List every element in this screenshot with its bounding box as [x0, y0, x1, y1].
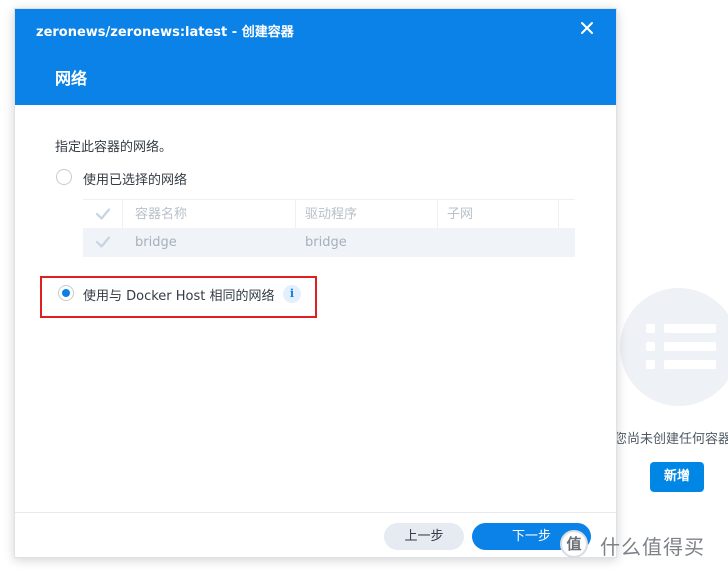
- table-row: bridge bridge: [83, 228, 575, 257]
- dialog-title: zeronews/zeronews:latest - 创建容器: [36, 25, 294, 40]
- footer-divider: [15, 512, 616, 513]
- column-header-subnet: 子网: [447, 207, 474, 222]
- watermark-logo-icon: 值: [560, 530, 588, 558]
- option-label-host-network: 使用与 Docker Host 相同的网络: [83, 289, 275, 304]
- previous-step-button[interactable]: 上一步: [384, 523, 464, 550]
- option-label-selected-network: 使用已选择的网络: [83, 173, 188, 188]
- create-container-dialog: zeronews/zeronews:latest - 创建容器 网络 指定此容器…: [14, 8, 617, 558]
- new-container-button[interactable]: 新增: [650, 462, 704, 492]
- dialog-header: zeronews/zeronews:latest - 创建容器 网络: [15, 9, 616, 105]
- radio-use-host-network[interactable]: [58, 285, 74, 301]
- info-icon[interactable]: i: [283, 285, 301, 303]
- list-icon: [646, 322, 716, 372]
- select-all-check-icon: [95, 208, 111, 220]
- row-check-icon: [95, 236, 111, 248]
- close-icon[interactable]: [579, 20, 595, 36]
- watermark-text: 什么值得买: [600, 535, 705, 559]
- step-title: 网络: [55, 69, 88, 88]
- cell-driver: bridge: [305, 235, 347, 250]
- column-header-driver: 驱动程序: [305, 207, 358, 222]
- screen: 您尚未创建任何容器 新增 zeronews/zeronews:latest - …: [0, 0, 728, 573]
- column-header-name: 容器名称: [135, 207, 188, 222]
- table-header-row: 容器名称 驱动程序 子网: [83, 199, 575, 230]
- radio-use-selected-network[interactable]: [56, 169, 72, 185]
- network-table: 容器名称 驱动程序 子网 bridge bridge: [83, 199, 575, 257]
- empty-state-text: 您尚未创建任何容器: [614, 432, 728, 447]
- instruction-text: 指定此容器的网络。: [55, 140, 173, 155]
- cell-container-name: bridge: [135, 235, 177, 250]
